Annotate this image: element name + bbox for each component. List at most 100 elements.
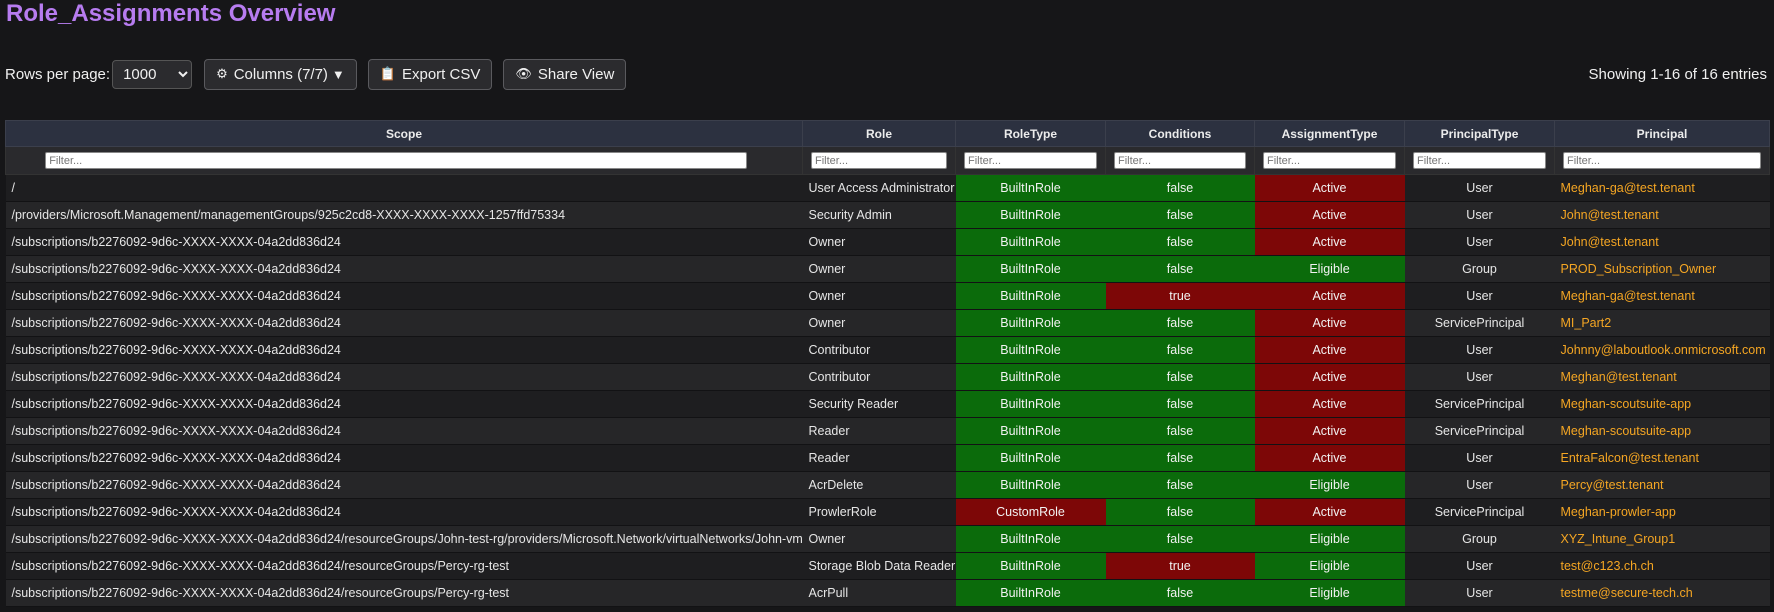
table-row: /subscriptions/b2276092-9d6c-XXXX-XXXX-0… <box>5 363 1770 391</box>
table-row: /subscriptions/b2276092-9d6c-XXXX-XXXX-0… <box>5 282 1770 310</box>
conditions-cell: false <box>1105 174 1255 202</box>
table-row: /subscriptions/b2276092-9d6c-XXXX-XXXX-0… <box>5 552 1770 580</box>
conditions-cell: false <box>1105 417 1255 445</box>
table-row: /subscriptions/b2276092-9d6c-XXXX-XXXX-0… <box>5 444 1770 472</box>
table-row: /subscriptions/b2276092-9d6c-XXXX-XXXX-0… <box>5 471 1770 499</box>
roletype-cell: BuiltInRole <box>955 255 1106 283</box>
conditions-cell: false <box>1105 336 1255 364</box>
principaltype-cell: User <box>1404 201 1555 229</box>
roletype-cell: BuiltInRole <box>955 579 1106 607</box>
filter-input-scope[interactable] <box>45 152 748 169</box>
principal-cell[interactable]: Meghan-scoutsuite-app <box>1554 417 1770 445</box>
column-header-conditions[interactable]: Conditions <box>1105 120 1255 147</box>
conditions-cell: false <box>1105 498 1255 526</box>
scope-cell: /subscriptions/b2276092-9d6c-XXXX-XXXX-0… <box>5 444 803 472</box>
clipboard-icon: 📋 <box>379 66 396 81</box>
filter-input-assignmenttype[interactable] <box>1263 152 1396 169</box>
filter-input-principaltype[interactable] <box>1413 152 1546 169</box>
header-row: Scope Role RoleType Conditions Assignmen… <box>5 120 1770 147</box>
scope-cell: /subscriptions/b2276092-9d6c-XXXX-XXXX-0… <box>5 228 803 256</box>
scope-cell: /subscriptions/b2276092-9d6c-XXXX-XXXX-0… <box>5 579 803 607</box>
roletype-cell: BuiltInRole <box>955 417 1106 445</box>
assignmenttype-cell: Active <box>1254 309 1405 337</box>
conditions-cell: true <box>1105 552 1255 580</box>
rows-per-page-select[interactable]: 1000 <box>112 59 193 89</box>
export-csv-button[interactable]: 📋 Export CSV <box>367 58 493 90</box>
principal-cell[interactable]: John@test.tenant <box>1554 228 1770 256</box>
filter-cell-roletype <box>955 146 1106 175</box>
assignmenttype-cell: Eligible <box>1254 579 1405 607</box>
scope-cell: /subscriptions/b2276092-9d6c-XXXX-XXXX-0… <box>5 471 803 499</box>
filter-input-principal[interactable] <box>1563 152 1761 169</box>
principal-cell[interactable]: Meghan-ga@test.tenant <box>1554 282 1770 310</box>
conditions-cell: false <box>1105 579 1255 607</box>
role-cell: Reader <box>802 444 956 472</box>
role-cell: Contributor <box>802 336 956 364</box>
role-cell: Contributor <box>802 363 956 391</box>
roletype-cell: BuiltInRole <box>955 282 1106 310</box>
table-row: /subscriptions/b2276092-9d6c-XXXX-XXXX-0… <box>5 390 1770 418</box>
principal-cell[interactable]: PROD_Subscription_Owner <box>1554 255 1770 283</box>
roletype-cell: BuiltInRole <box>955 336 1106 364</box>
table-row: /subscriptions/b2276092-9d6c-XXXX-XXXX-0… <box>5 336 1770 364</box>
principal-cell[interactable]: Meghan-scoutsuite-app <box>1554 390 1770 418</box>
scope-cell: /subscriptions/b2276092-9d6c-XXXX-XXXX-0… <box>5 552 803 580</box>
role-cell: Storage Blob Data Reader <box>802 552 956 580</box>
assignmenttype-cell: Eligible <box>1254 525 1405 553</box>
principal-cell[interactable]: Meghan@test.tenant <box>1554 363 1770 391</box>
column-header-roletype[interactable]: RoleType <box>955 120 1106 147</box>
principal-cell[interactable]: testme@secure-tech.ch <box>1554 579 1770 607</box>
table-row: /subscriptions/b2276092-9d6c-XXXX-XXXX-0… <box>5 417 1770 445</box>
assignmenttype-cell: Active <box>1254 390 1405 418</box>
scope-cell: /subscriptions/b2276092-9d6c-XXXX-XXXX-0… <box>5 390 803 418</box>
principaltype-cell: User <box>1404 579 1555 607</box>
principal-cell[interactable]: Meghan-ga@test.tenant <box>1554 174 1770 202</box>
scope-cell: /subscriptions/b2276092-9d6c-XXXX-XXXX-0… <box>5 255 803 283</box>
assignmenttype-cell: Active <box>1254 228 1405 256</box>
role-cell: User Access Administrator <box>802 174 956 202</box>
filter-input-conditions[interactable] <box>1114 152 1246 169</box>
principal-cell[interactable]: Johnny@laboutlook.onmicrosoft.com <box>1554 336 1770 364</box>
table-row: /subscriptions/b2276092-9d6c-XXXX-XXXX-0… <box>5 228 1770 256</box>
roletype-cell: BuiltInRole <box>955 174 1106 202</box>
conditions-cell: false <box>1105 471 1255 499</box>
column-header-scope[interactable]: Scope <box>5 120 803 147</box>
scope-cell: /subscriptions/b2276092-9d6c-XXXX-XXXX-0… <box>5 417 803 445</box>
role-cell: Owner <box>802 309 956 337</box>
column-header-principaltype[interactable]: PrincipalType <box>1404 120 1555 147</box>
principal-cell[interactable]: test@c123.ch.ch <box>1554 552 1770 580</box>
columns-button-label: Columns (7/7) <box>233 65 328 83</box>
principal-cell[interactable]: John@test.tenant <box>1554 201 1770 229</box>
principal-cell[interactable]: Percy@test.tenant <box>1554 471 1770 499</box>
roletype-cell: BuiltInRole <box>955 201 1106 229</box>
filter-cell-assignmenttype <box>1254 146 1405 175</box>
assignmenttype-cell: Eligible <box>1254 255 1405 283</box>
principaltype-cell: User <box>1404 228 1555 256</box>
principal-cell[interactable]: EntraFalcon@test.tenant <box>1554 444 1770 472</box>
table-row: /providers/Microsoft.Management/manageme… <box>5 201 1770 229</box>
filter-cell-conditions <box>1105 146 1255 175</box>
scope-cell: /subscriptions/b2276092-9d6c-XXXX-XXXX-0… <box>5 498 803 526</box>
column-header-role[interactable]: Role <box>802 120 956 147</box>
principal-cell[interactable]: XYZ_Intune_Group1 <box>1554 525 1770 553</box>
principaltype-cell: ServicePrincipal <box>1404 417 1555 445</box>
table-row: /subscriptions/b2276092-9d6c-XXXX-XXXX-0… <box>5 498 1770 526</box>
table-row: /subscriptions/b2276092-9d6c-XXXX-XXXX-0… <box>5 579 1770 607</box>
assignmenttype-cell: Active <box>1254 282 1405 310</box>
principal-cell[interactable]: MI_Part2 <box>1554 309 1770 337</box>
column-header-assignmenttype[interactable]: AssignmentType <box>1254 120 1405 147</box>
principaltype-cell: ServicePrincipal <box>1404 390 1555 418</box>
principal-cell[interactable]: Meghan-prowler-app <box>1554 498 1770 526</box>
filter-input-role[interactable] <box>811 152 947 169</box>
conditions-cell: false <box>1105 525 1255 553</box>
roletype-cell: BuiltInRole <box>955 363 1106 391</box>
role-cell: Security Reader <box>802 390 956 418</box>
share-view-button[interactable]: 👁 Share View <box>503 58 627 90</box>
filter-input-roletype[interactable] <box>964 152 1097 169</box>
columns-button[interactable]: ⚙ Columns (7/7) ▼ <box>204 58 357 90</box>
table-body: / User Access Administrator BuiltInRole fal… <box>5 174 1770 607</box>
column-header-principal[interactable]: Principal <box>1554 120 1770 147</box>
filter-cell-scope <box>5 146 803 175</box>
gear-icon: ⚙ <box>216 66 228 81</box>
table-row: / User Access Administrator BuiltInRole fal… <box>5 174 1770 202</box>
